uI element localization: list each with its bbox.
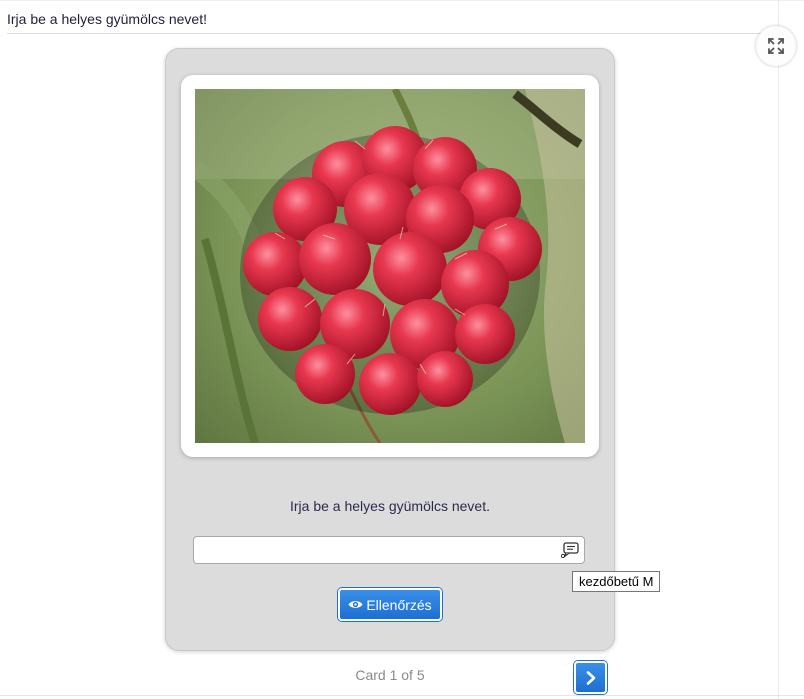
chevron-right-icon <box>586 670 595 685</box>
right-divider <box>778 0 779 699</box>
next-card-button[interactable] <box>574 661 607 694</box>
eye-icon <box>348 601 363 608</box>
fullscreen-button[interactable] <box>756 26 796 66</box>
bottom-divider <box>0 695 804 696</box>
fullscreen-expand-icon <box>768 38 784 54</box>
raspberry-photo <box>195 89 585 443</box>
task-title: Irja be a helyes gyümölcs nevet! <box>7 11 207 27</box>
tip-speech-bubble-icon <box>561 542 579 558</box>
answer-input[interactable] <box>193 536 585 564</box>
tip-tooltip: kezdőbetű M <box>572 571 661 592</box>
top-divider <box>0 0 804 1</box>
card-counter: Card 1 of 5 <box>355 667 425 683</box>
title-divider <box>7 33 778 34</box>
check-button-label: Ellenőrzés <box>366 596 432 613</box>
flashcard: Irja be a helyes gyümölcs nevet. Ellenőr… <box>165 48 615 651</box>
check-button[interactable]: Ellenőrzés <box>338 588 442 621</box>
tip-button[interactable] <box>560 541 580 559</box>
card-question: Irja be a helyes gyümölcs nevet. <box>290 498 490 514</box>
page: Irja be a helyes gyümölcs nevet! Irja be… <box>0 0 804 699</box>
fruit-image <box>195 89 585 443</box>
image-frame <box>181 75 599 457</box>
